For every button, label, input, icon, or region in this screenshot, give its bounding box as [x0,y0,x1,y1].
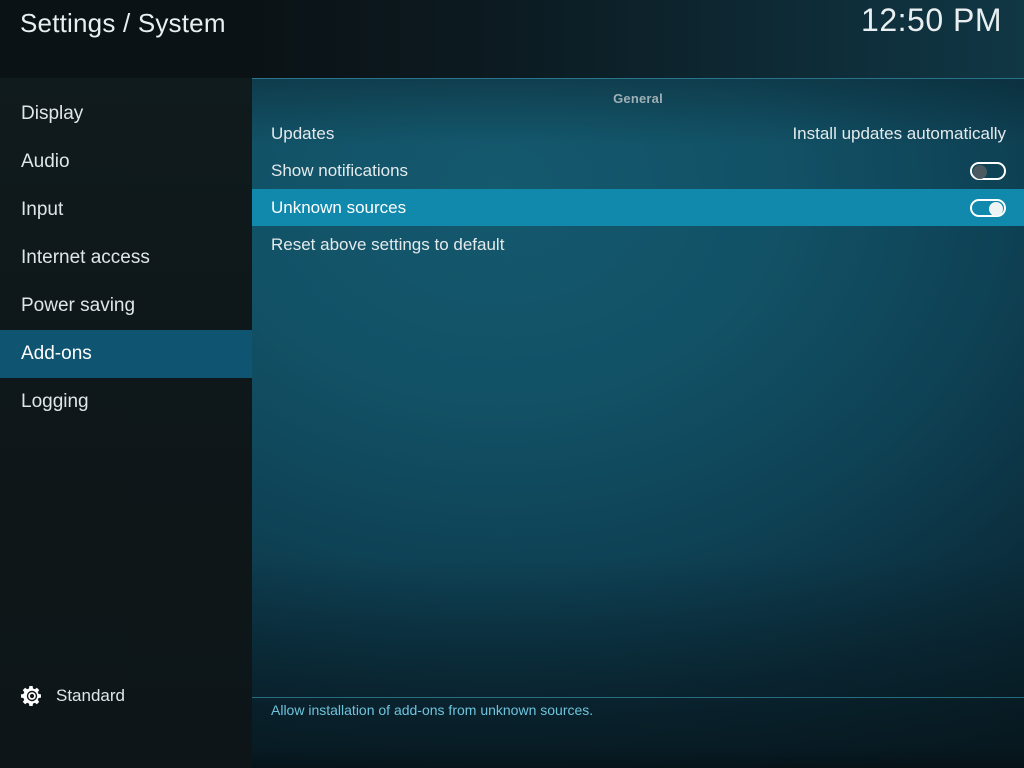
sidebar-item-label: Internet access [21,247,150,268]
sidebar-item-label: Power saving [21,295,136,316]
help-text: Allow installation of add-ons from unkno… [271,702,594,718]
setting-row-show-notifications[interactable]: Show notifications [252,152,1024,189]
sidebar-item-audio[interactable]: Audio [0,138,252,186]
sidebar-item-display[interactable]: Display [0,90,252,138]
sidebar-item-label: Audio [21,151,70,172]
setting-row-updates[interactable]: Updates Install updates automatically [252,115,1024,152]
toggle-unknown-sources[interactable] [970,198,1006,217]
settings-level-label: Standard [56,686,125,705]
sidebar-item-label: Input [21,199,64,220]
sidebar-item-input[interactable]: Input [0,186,252,234]
toggle-knob [989,201,1003,216]
page-title: Settings / System [20,8,226,38]
toggle-show-notifications[interactable] [970,161,1006,180]
sidebar-item-power-saving[interactable]: Power saving [0,282,252,330]
setting-label: Updates [271,123,335,143]
sidebar-item-label: Display [21,103,84,124]
setting-label: Show notifications [271,160,409,180]
header-divider [252,78,1024,79]
sidebar-nav: Display Audio Input Internet access Powe… [0,90,252,426]
sidebar-item-label: Logging [21,391,89,412]
settings-list: Updates Install updates automatically Sh… [252,115,1024,263]
sidebar-item-add-ons[interactable]: Add-ons [0,330,252,378]
sidebar-item-internet-access[interactable]: Internet access [0,234,252,282]
sidebar-item-logging[interactable]: Logging [0,378,252,426]
gear-icon [20,684,44,708]
settings-level-button[interactable]: Standard [20,684,125,708]
setting-label: Reset above settings to default [271,234,505,254]
setting-row-unknown-sources[interactable]: Unknown sources [252,189,1024,226]
sidebar-item-label: Add-ons [21,343,92,364]
setting-label: Unknown sources [271,197,407,217]
setting-row-reset-to-default[interactable]: Reset above settings to default [252,226,1024,263]
help-divider [252,697,1024,698]
kodi-settings-screen: Settings / System 12:50 PM Display Audio… [0,0,1024,768]
setting-value-updates: Install updates automatically [792,123,1006,143]
toggle-knob [973,164,987,179]
clock: 12:50 PM [861,2,1002,38]
section-header: General [613,91,663,106]
